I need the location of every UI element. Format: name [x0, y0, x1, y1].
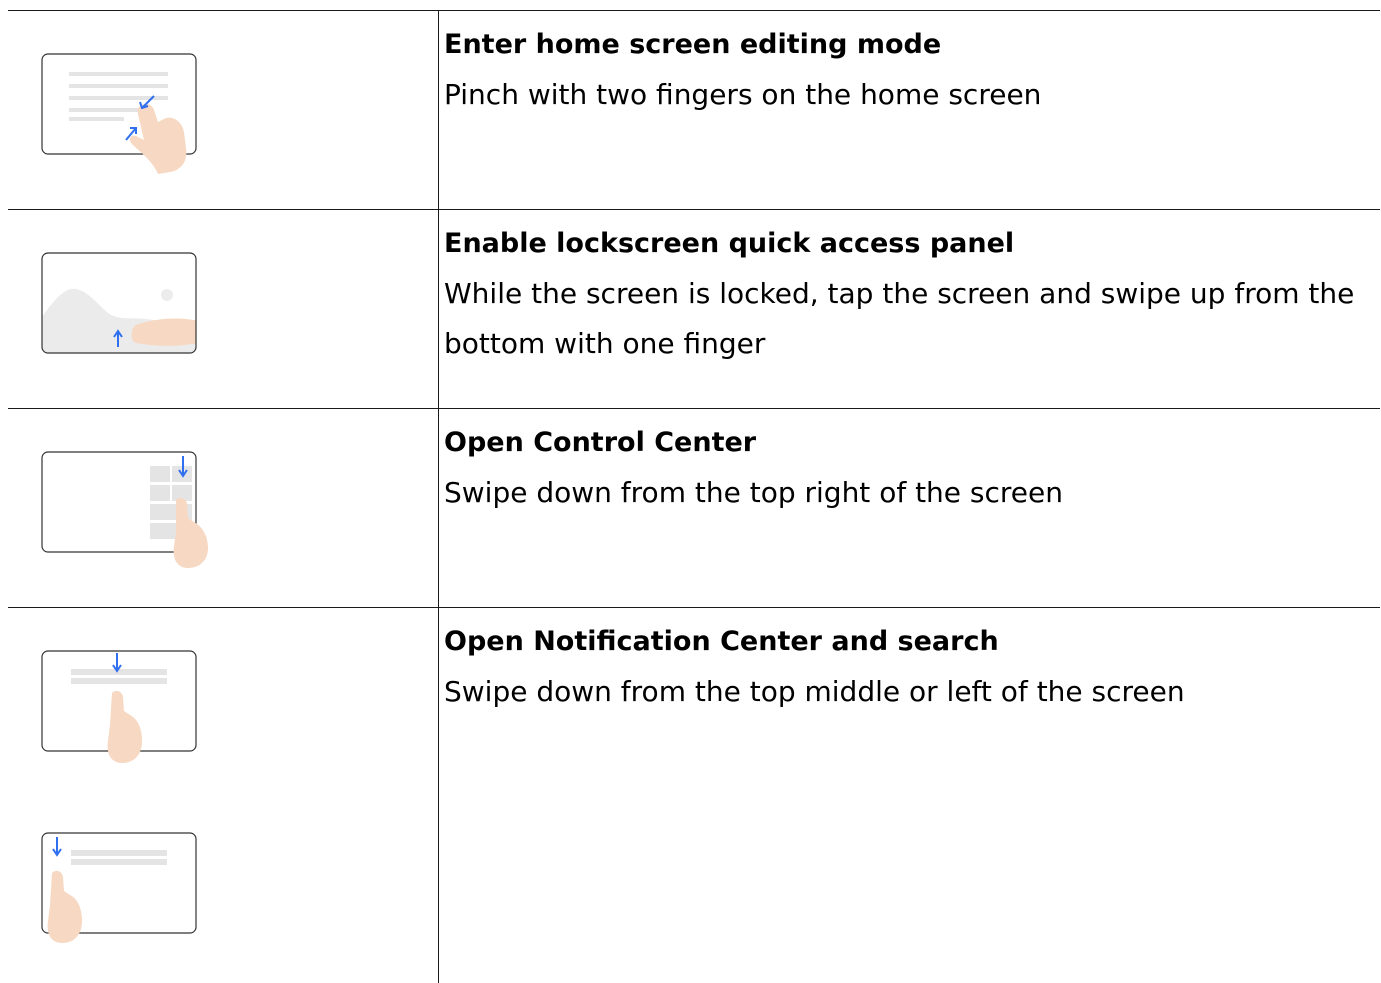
gesture-row-lockscreen-panel: Enable lockscreen quick access panel Whi…	[0, 209, 1381, 408]
gesture-row-control-center: Open Control Center Swipe down from the …	[0, 408, 1381, 607]
pinch-gesture-icon	[36, 48, 206, 178]
gesture-row-home-edit: Enter home screen editing mode Pinch wit…	[0, 10, 1381, 209]
gesture-description: Pinch with two fingers on the home scree…	[444, 78, 1042, 111]
swipe-up-gesture-icon	[36, 247, 206, 377]
gesture-text: Open Control Center Swipe down from the …	[444, 427, 1374, 518]
gesture-title: Enable lockscreen quick access panel	[444, 228, 1015, 259]
gesture-title: Open Control Center	[444, 427, 757, 458]
gesture-text: Enable lockscreen quick access panel Whi…	[444, 228, 1374, 369]
swipe-down-top-left-icon	[36, 827, 206, 957]
gesture-description: Swipe down from the top right of the scr…	[444, 476, 1064, 509]
swipe-down-top-right-icon	[36, 446, 208, 576]
swipe-down-top-middle-icon	[36, 645, 206, 775]
gesture-text: Open Notification Center and search Swip…	[444, 626, 1374, 717]
gesture-description: While the screen is locked, tap the scre…	[444, 277, 1355, 360]
gesture-row-notification-center: Open Notification Center and search Swip…	[0, 607, 1381, 983]
gesture-text: Enter home screen editing mode Pinch wit…	[444, 29, 1374, 120]
gesture-table: Enter home screen editing mode Pinch wit…	[0, 0, 1381, 983]
gesture-title: Enter home screen editing mode	[444, 29, 942, 60]
gesture-description: Swipe down from the top middle or left o…	[444, 675, 1185, 708]
gesture-title: Open Notification Center and search	[444, 626, 999, 657]
